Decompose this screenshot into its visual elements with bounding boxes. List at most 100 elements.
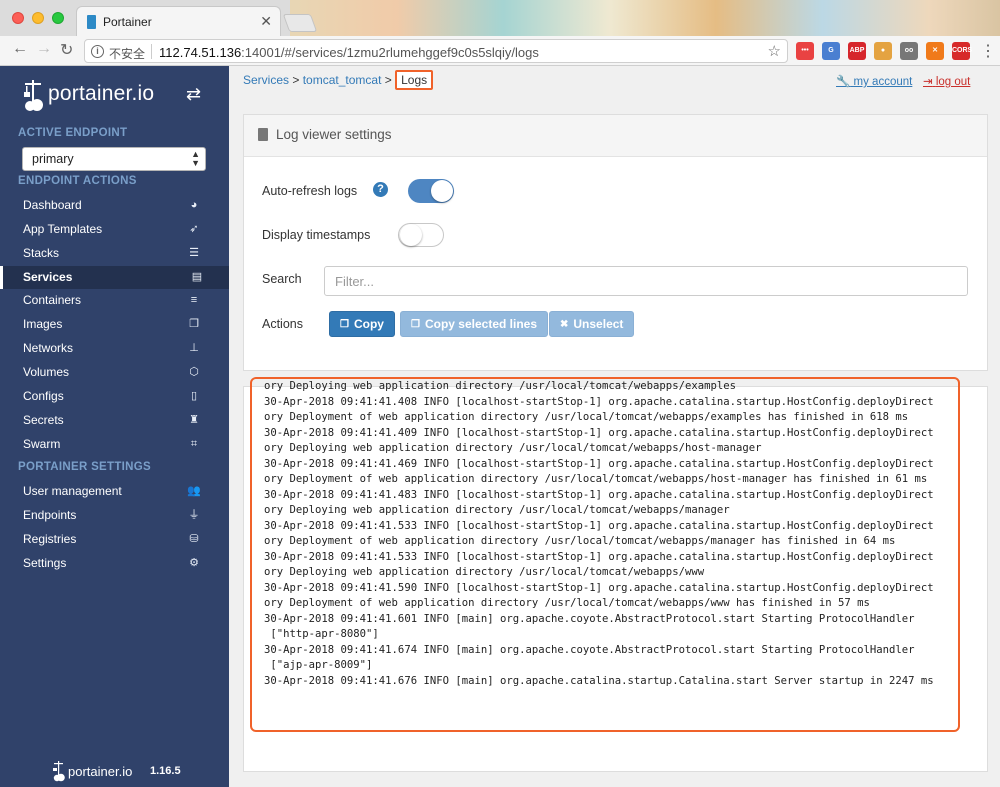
- sidebar-item-label: Images: [23, 317, 63, 332]
- ext-translate-icon[interactable]: G: [822, 42, 840, 60]
- actions-label: Actions: [262, 317, 303, 331]
- bookmark-star-icon[interactable]: ☆: [768, 42, 781, 60]
- ext-cors-icon[interactable]: CORS: [952, 42, 972, 60]
- log-line[interactable]: 30-Apr-2018 09:41:41.469 INFO [localhost…: [264, 457, 984, 473]
- sidebar-item-label: Settings: [23, 555, 67, 570]
- maximize-window-button[interactable]: [52, 12, 64, 24]
- endpoint-selected-value: primary: [32, 152, 74, 166]
- forward-arrow-icon[interactable]: →: [36, 40, 52, 58]
- sidebar-item-app-templates[interactable]: App Templates ➶: [0, 218, 229, 241]
- logo-text: portainer.io: [48, 82, 155, 105]
- address-bar[interactable]: i 不安全 112.74.51.136:14001/#/services/1zm…: [84, 39, 788, 63]
- log-viewer-settings-panel: Log viewer settings Auto-refresh logs ? …: [243, 114, 988, 371]
- question-circle-icon[interactable]: ?: [373, 182, 388, 197]
- log-out-link[interactable]: ⇥ log out: [923, 74, 970, 88]
- log-line[interactable]: ["http-apr-8080"]: [264, 627, 984, 643]
- log-line[interactable]: ory Deployment of web application direct…: [264, 534, 984, 550]
- log-line[interactable]: ory Deployment of web application direct…: [264, 410, 984, 426]
- breadcrumb-service-link[interactable]: tomcat_tomcat: [303, 73, 382, 87]
- sidebar-item-label: Registries: [23, 531, 77, 546]
- minimize-window-button[interactable]: [32, 12, 44, 24]
- footer-logo: portainer.io 1.16.5: [52, 760, 202, 784]
- auto-refresh-toggle[interactable]: [408, 179, 454, 203]
- log-line[interactable]: 30-Apr-2018 09:41:41.533 INFO [localhost…: [264, 519, 984, 535]
- panel-header: Log viewer settings: [244, 115, 987, 157]
- tab-title: Portainer: [103, 15, 152, 29]
- reload-icon[interactable]: ↻: [60, 40, 73, 60]
- back-arrow-icon[interactable]: ←: [12, 40, 28, 58]
- copy-button-label: Copy: [353, 317, 384, 331]
- sidebar-item-registries[interactable]: Registries ⛁: [0, 528, 229, 551]
- log-lines[interactable]: ory Deploying web application directory …: [264, 379, 984, 729]
- url-text[interactable]: 112.74.51.136:14001/#/services/1zmu2rlum…: [159, 45, 539, 60]
- breadcrumb-services-link[interactable]: Services: [243, 73, 289, 87]
- endpoint-select[interactable]: primary ▲ ▼: [22, 147, 206, 171]
- log-filter-input[interactable]: [324, 266, 968, 296]
- cubes-icon: ⬡: [189, 365, 199, 378]
- times-icon: ✖: [560, 318, 569, 330]
- server-icon: ≡: [190, 294, 198, 307]
- sidebar-item-stacks[interactable]: Stacks ☰: [0, 242, 229, 265]
- ext-abp-icon[interactable]: ABP: [848, 42, 866, 60]
- copy-icon: ❐: [411, 318, 420, 330]
- clone-icon: ❐: [189, 318, 199, 331]
- browser-tab[interactable]: Portainer ✕: [76, 6, 281, 36]
- log-line[interactable]: ory Deploying web application directory …: [264, 503, 984, 519]
- ext-circle-icon[interactable]: ●: [874, 42, 892, 60]
- log-line[interactable]: 30-Apr-2018 09:41:41.483 INFO [localhost…: [264, 488, 984, 504]
- sidebar-item-user-management[interactable]: User management 👥: [0, 480, 229, 503]
- toggle-knob: [400, 224, 422, 246]
- sidebar-item-volumes[interactable]: Volumes ⬡: [0, 361, 229, 384]
- portainer-logo[interactable]: portainer.io: [22, 76, 192, 116]
- sidebar-item-networks[interactable]: Networks ⊥: [0, 337, 229, 360]
- active-endpoint-header: ACTIVE ENDPOINT: [18, 127, 128, 139]
- browser-menu-icon[interactable]: ⋮: [980, 41, 996, 61]
- info-icon[interactable]: i: [91, 45, 104, 58]
- log-line[interactable]: ory Deploying web application directory …: [264, 441, 984, 457]
- log-line[interactable]: ["ajp-apr-8009"]: [264, 658, 984, 674]
- log-line[interactable]: ory Deployment of web application direct…: [264, 596, 984, 612]
- log-line[interactable]: 30-Apr-2018 09:41:41.533 INFO [localhost…: [264, 550, 984, 566]
- copy-selected-label: Copy selected lines: [424, 317, 538, 331]
- sidebar-item-containers[interactable]: Containers ≡: [0, 289, 229, 312]
- url-separator: [151, 44, 152, 59]
- portainer-crane-icon: [24, 80, 43, 111]
- toggle-sidebar-icon[interactable]: ⇄: [186, 84, 201, 105]
- tab-close-icon[interactable]: ✕: [260, 13, 272, 30]
- log-line[interactable]: 30-Apr-2018 09:41:41.601 INFO [main] org…: [264, 612, 984, 628]
- close-window-button[interactable]: [12, 12, 24, 24]
- my-account-link[interactable]: 🔧 my account: [836, 74, 912, 88]
- ext-glasses-icon[interactable]: oo: [900, 42, 918, 60]
- log-line[interactable]: ory Deploying web application directory …: [264, 379, 984, 395]
- breadcrumb: Services > tomcat_tomcat > Logs: [243, 70, 434, 90]
- sidebar-item-secrets[interactable]: Secrets ♜: [0, 409, 229, 432]
- ext-x-icon[interactable]: ✕: [926, 42, 944, 60]
- sidebar-item-configs[interactable]: Configs ▯: [0, 385, 229, 408]
- unselect-button[interactable]: ✖ Unselect: [549, 311, 635, 337]
- sidebar-item-dashboard[interactable]: Dashboard ◕: [0, 194, 229, 217]
- copy-button[interactable]: ❐ Copy: [329, 311, 395, 337]
- log-line[interactable]: 30-Apr-2018 09:41:41.408 INFO [localhost…: [264, 395, 984, 411]
- ext-dots-icon[interactable]: •••: [796, 42, 814, 60]
- sitemap-icon: ⊥: [189, 342, 199, 355]
- display-timestamps-toggle[interactable]: [398, 223, 444, 247]
- sidebar-item-label: Services: [23, 269, 73, 284]
- sidebar-item-images[interactable]: Images ❐: [0, 313, 229, 336]
- file-code-icon: ▯: [190, 389, 198, 402]
- sidebar-item-services[interactable]: Services ▤: [0, 265, 229, 289]
- log-line[interactable]: 30-Apr-2018 09:41:41.590 INFO [localhost…: [264, 581, 984, 597]
- log-line[interactable]: 30-Apr-2018 09:41:41.674 INFO [main] org…: [264, 643, 984, 659]
- sidebar-item-endpoints[interactable]: Endpoints ⏚: [0, 504, 229, 527]
- sidebar-item-settings[interactable]: Settings ⚙: [0, 552, 229, 575]
- sidebar-item-swarm[interactable]: Swarm ⌗: [0, 433, 229, 456]
- list-icon: ☰: [189, 246, 199, 259]
- dashboard-icon: ◕: [190, 199, 198, 211]
- log-line[interactable]: ory Deploying web application directory …: [264, 565, 984, 581]
- url-host: 112.74.51.136: [159, 45, 242, 60]
- footer-logo-text: portainer.io: [68, 764, 133, 779]
- log-line[interactable]: 30-Apr-2018 09:41:41.676 INFO [main] org…: [264, 674, 984, 690]
- wrench-icon: 🔧: [836, 76, 851, 88]
- log-line[interactable]: 30-Apr-2018 09:41:41.409 INFO [localhost…: [264, 426, 984, 442]
- log-line[interactable]: ory Deployment of web application direct…: [264, 472, 984, 488]
- copy-selected-lines-button[interactable]: ❐ Copy selected lines: [400, 311, 549, 337]
